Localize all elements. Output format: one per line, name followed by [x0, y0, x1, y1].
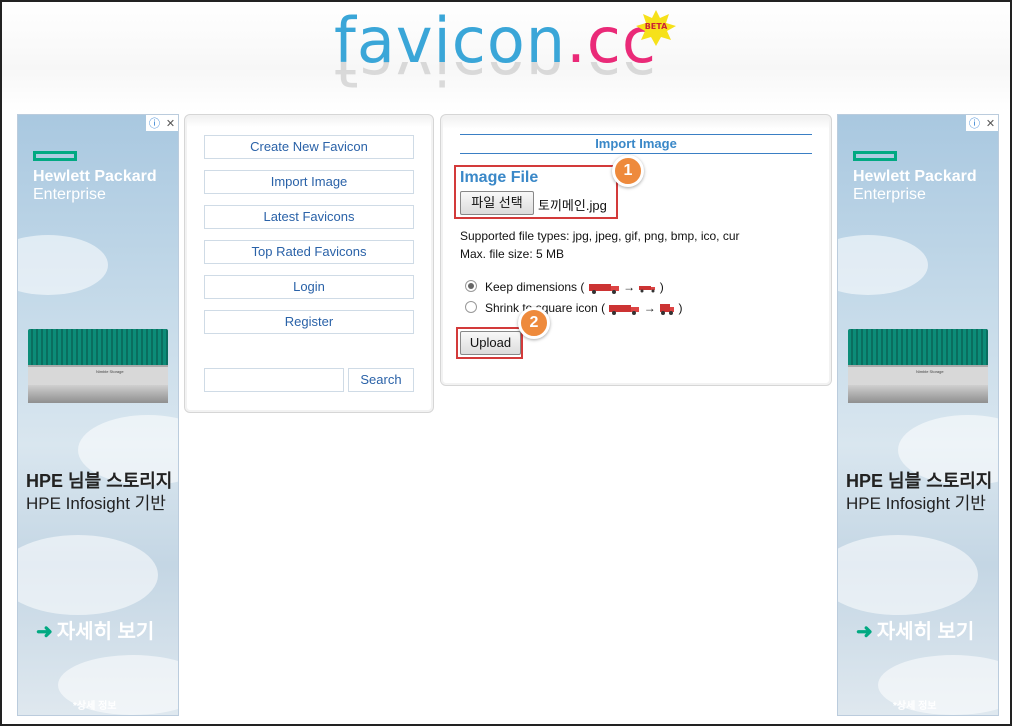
ad-info-link[interactable]: *상세 정보	[893, 697, 936, 712]
ad-brand-line2: Enterprise	[33, 186, 106, 203]
adchoices-icon[interactable]: ⓘ ✕	[146, 115, 178, 131]
shrink-square-radio[interactable]	[465, 301, 477, 313]
search-button[interactable]: Search	[348, 368, 414, 392]
ad-cta-link[interactable]: ➜ 자세히 보기	[36, 615, 154, 644]
truck-icon	[588, 283, 619, 294]
hpe-logo-icon	[33, 151, 77, 161]
hpe-logo-icon	[853, 151, 897, 161]
search-input[interactable]	[204, 368, 344, 392]
nav-latest-favicons[interactable]: Latest Favicons	[204, 205, 414, 229]
nav-create-new-favicon[interactable]: Create New Favicon	[204, 135, 414, 159]
logo-reflection: favicon.cc	[334, 62, 657, 96]
adchoices-icon[interactable]: ⓘ ✕	[966, 115, 998, 131]
nav-panel: Create New Favicon Import Image Latest F…	[184, 114, 434, 413]
arrow-right-icon: ➜	[36, 621, 53, 643]
server-label: Nimble Storage	[96, 369, 124, 374]
import-panel: Import Image Image File 파일 선택 토끼메인.jpg S…	[440, 114, 832, 386]
upload-button[interactable]: Upload	[460, 331, 521, 355]
ad-brand-line2: Enterprise	[853, 186, 926, 203]
nav-top-rated-favicons[interactable]: Top Rated Favicons	[204, 240, 414, 264]
selected-file-name: 토끼메인.jpg	[538, 198, 607, 213]
nav-login[interactable]: Login	[204, 275, 414, 299]
step-2-badge: 2	[518, 307, 550, 339]
ad-cta-link[interactable]: ➜ 자세히 보기	[856, 615, 974, 644]
ad-brand-line1: Hewlett Packard	[33, 168, 157, 185]
shrink-square-label[interactable]: Shrink to square icon ( → )	[485, 301, 682, 316]
square-truck-icon	[660, 303, 675, 315]
nav-import-image[interactable]: Import Image	[204, 170, 414, 194]
small-truck-icon	[639, 285, 656, 293]
keep-dimensions-radio[interactable]	[465, 280, 477, 292]
arrow-right-icon: ➜	[856, 621, 873, 643]
server-label: Nimble Storage	[916, 369, 944, 374]
ad-info-link[interactable]: *상세 정보	[73, 697, 116, 712]
choose-file-button[interactable]: 파일 선택	[460, 191, 534, 215]
image-file-label: Image File	[460, 169, 539, 186]
ad-banner-right[interactable]: ⓘ ✕ Hewlett Packard Enterprise Nimble Sto…	[837, 114, 999, 716]
ad-brand-line1: Hewlett Packard	[853, 168, 977, 185]
truck-icon	[609, 304, 640, 315]
ad-banner-left[interactable]: ⓘ ✕ Hewlett Packard Enterprise Nimble Sto…	[17, 114, 179, 716]
supported-types: Supported file types: jpg, jpeg, gif, pn…	[460, 229, 740, 243]
max-file-size: Max. file size: 5 MB	[460, 247, 565, 261]
ad-headline2: HPE Infosight 기반	[26, 494, 166, 513]
arrow-icon: →	[643, 301, 656, 315]
beta-badge: BETA	[636, 10, 676, 46]
beta-label: BETA	[644, 22, 668, 31]
nav-register[interactable]: Register	[204, 310, 414, 334]
keep-dimensions-label[interactable]: Keep dimensions ( → )	[485, 280, 664, 295]
ad-headline2: HPE Infosight 기반	[846, 494, 986, 513]
import-title: Import Image	[460, 134, 812, 154]
arrow-icon: →	[623, 280, 636, 294]
step-1-badge: 1	[612, 155, 644, 187]
